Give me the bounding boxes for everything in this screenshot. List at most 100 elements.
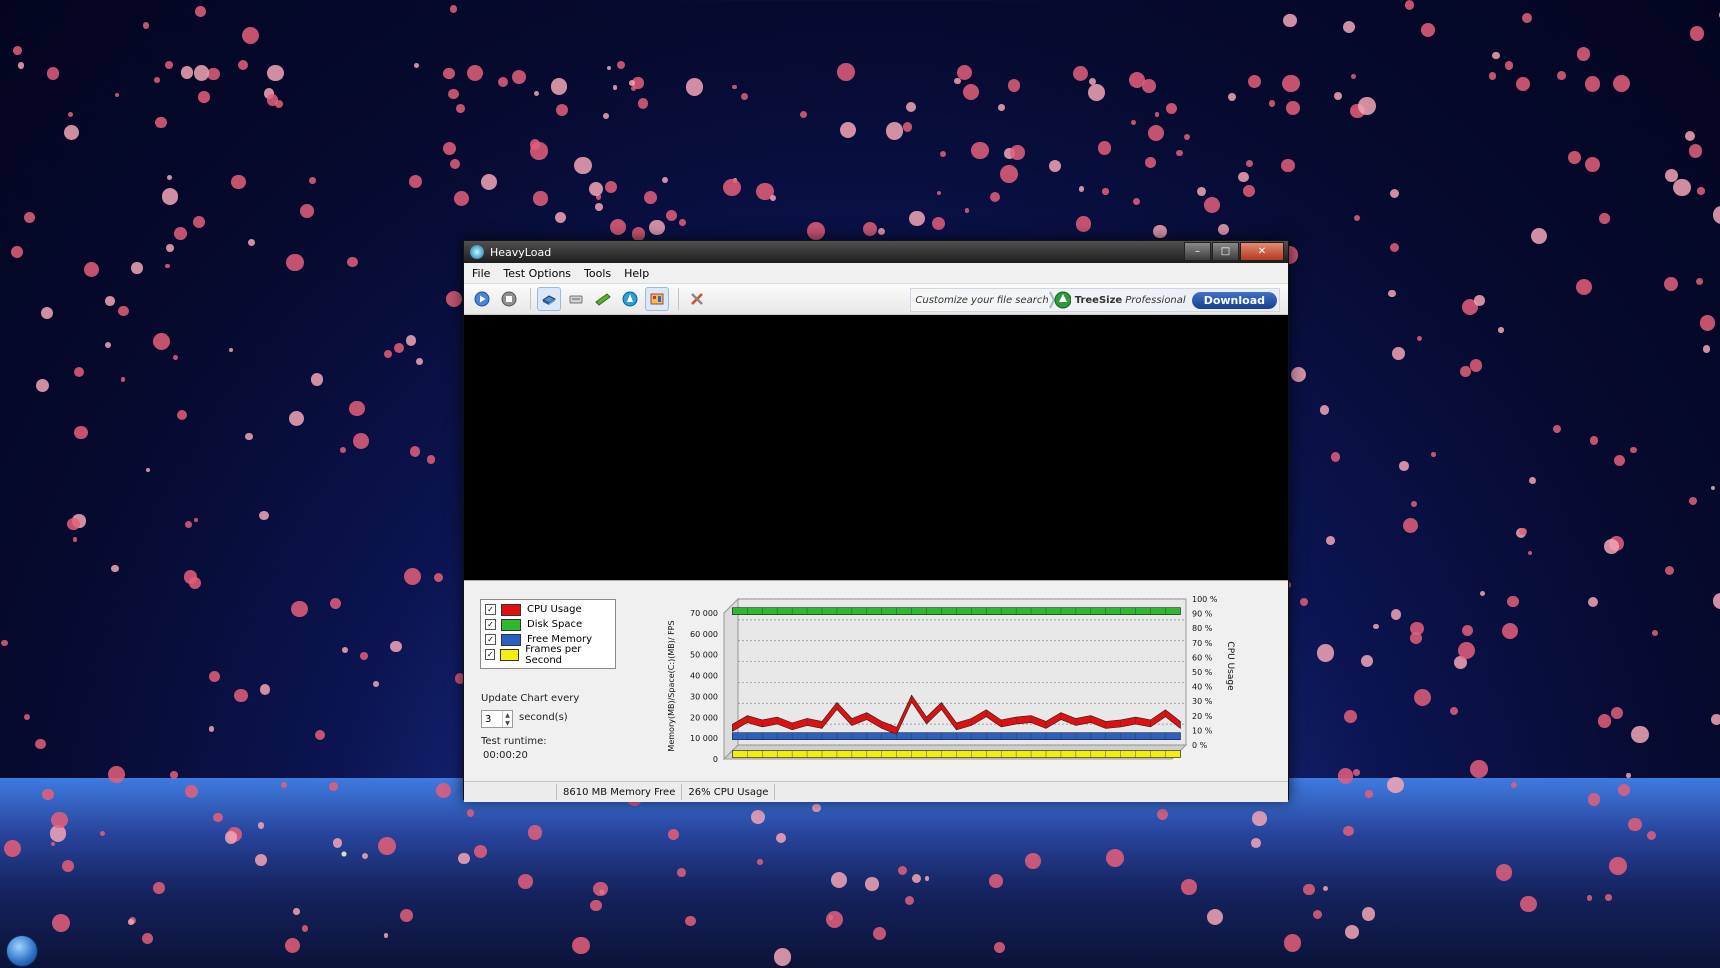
cpu-usage-checkbox[interactable]: ✓	[485, 604, 496, 615]
blossom	[1316, 644, 1335, 662]
start-orb-icon[interactable]	[6, 935, 38, 967]
start-button[interactable]	[470, 287, 494, 311]
free-memory-checkbox[interactable]: ✓	[485, 634, 496, 645]
blossom	[723, 179, 741, 197]
tools-button[interactable]	[685, 287, 709, 311]
blossom	[1319, 405, 1330, 415]
blossom	[1479, 590, 1485, 596]
blossom	[167, 175, 173, 180]
blossom	[1330, 451, 1341, 462]
legend-item-cpu[interactable]: ✓ CPU Usage	[481, 602, 615, 617]
status-cpu: 26% CPU Usage	[682, 784, 776, 800]
blossom	[35, 739, 46, 750]
close-button[interactable]: ✕	[1240, 242, 1284, 261]
blossom	[328, 781, 338, 791]
update-interval-value[interactable]: 3	[482, 714, 502, 725]
blossom	[1664, 565, 1675, 576]
blossom	[1351, 73, 1357, 79]
legend-item-disk[interactable]: ✓ Disk Space	[481, 617, 615, 632]
treesize-test-toggle[interactable]	[645, 287, 669, 311]
blossom	[466, 809, 475, 817]
spinner-down-icon[interactable]: ▼	[503, 719, 512, 727]
blossom	[1390, 189, 1400, 199]
title-bar[interactable]: HeavyLoad – □ ✕	[464, 241, 1288, 263]
spinner-up-icon[interactable]: ▲	[503, 711, 512, 719]
update-interval-spinner[interactable]: 3 ▲ ▼	[481, 710, 513, 728]
blossom	[530, 142, 548, 160]
blossom	[1268, 99, 1276, 107]
blossom	[231, 174, 246, 189]
menu-tools[interactable]: Tools	[584, 267, 611, 280]
blossom	[1626, 773, 1632, 778]
menu-test-options[interactable]: Test Options	[503, 267, 571, 280]
left-axis-label: Memory(MB)/Space(C:)(MB)/ FPS	[667, 620, 676, 751]
blossom	[571, 936, 590, 955]
blossom	[1342, 20, 1356, 34]
blossom	[1106, 849, 1124, 868]
blossom	[390, 640, 402, 653]
legend-swatch	[501, 618, 521, 631]
blossom	[164, 60, 174, 70]
blossom	[180, 66, 194, 79]
legend-item-fps[interactable]: ✓ Frames per Second	[481, 644, 615, 666]
fps-checkbox[interactable]: ✓	[485, 649, 496, 660]
blossom	[527, 825, 542, 840]
blossom	[394, 342, 405, 353]
blossom	[193, 216, 206, 229]
blossom	[1300, 598, 1309, 607]
blossom	[1387, 777, 1404, 794]
blossom	[309, 176, 316, 184]
disk-space-checkbox[interactable]: ✓	[485, 619, 496, 630]
memory-test-toggle[interactable]	[591, 287, 615, 311]
disk-icon	[569, 295, 583, 304]
right-tick-label: 40 %	[1192, 683, 1213, 692]
left-tick-label: 30 000	[690, 692, 718, 701]
blossom	[1326, 536, 1335, 545]
blossom	[1515, 77, 1530, 92]
blossom	[609, 218, 627, 236]
left-tick-label: 60 000	[690, 630, 718, 639]
status-cell-empty	[464, 784, 557, 800]
blossom	[1388, 290, 1396, 298]
blossom	[1197, 186, 1206, 196]
treesize-ad-banner[interactable]: Customize your file search TreeSize Prof…	[910, 288, 1280, 312]
blossom	[234, 688, 248, 703]
blossom	[67, 518, 80, 531]
menu-bar: File Test Options Tools Help	[464, 263, 1288, 284]
download-button[interactable]: Download	[1191, 291, 1277, 309]
blossom	[769, 194, 776, 201]
blossom	[1454, 655, 1468, 669]
blossom	[1575, 278, 1593, 296]
blossom	[1250, 838, 1261, 848]
blossom	[1420, 22, 1435, 37]
disk-test-toggle[interactable]	[564, 287, 588, 311]
menu-file[interactable]: File	[472, 267, 490, 280]
blossom	[807, 221, 826, 240]
blossom	[685, 78, 704, 96]
blossom	[409, 446, 421, 457]
blossom	[588, 181, 603, 196]
blossom	[1148, 124, 1165, 142]
legend-label: CPU Usage	[527, 604, 582, 615]
runtime-value: 00:00:20	[483, 750, 528, 761]
cpu-test-toggle[interactable]	[537, 287, 561, 311]
blossom	[115, 92, 120, 97]
blossom	[1699, 314, 1716, 331]
blossom	[1609, 857, 1628, 876]
blossom	[997, 104, 1005, 111]
minimize-button[interactable]: –	[1184, 242, 1211, 261]
blossom	[1130, 119, 1136, 126]
menu-help[interactable]: Help	[624, 267, 649, 280]
gpu-test-toggle[interactable]	[618, 287, 642, 311]
wallpaper-city-lights	[0, 778, 1720, 968]
blossom	[1389, 243, 1400, 253]
maximize-button[interactable]: □	[1212, 242, 1239, 261]
blossom	[1245, 160, 1253, 168]
blossom	[415, 357, 423, 366]
blossom	[1175, 149, 1183, 157]
blossom	[1515, 527, 1527, 539]
stop-button[interactable]	[497, 287, 521, 311]
blossom	[165, 263, 171, 269]
blossom	[1628, 817, 1642, 832]
blossom	[258, 510, 269, 521]
